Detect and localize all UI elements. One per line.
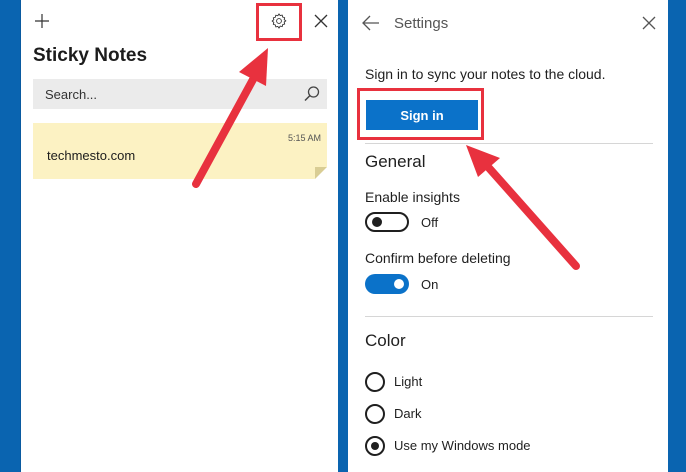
arrow-to-signin xyxy=(466,145,580,270)
annotation-arrows xyxy=(192,48,580,270)
arrow-to-settings xyxy=(192,48,268,188)
